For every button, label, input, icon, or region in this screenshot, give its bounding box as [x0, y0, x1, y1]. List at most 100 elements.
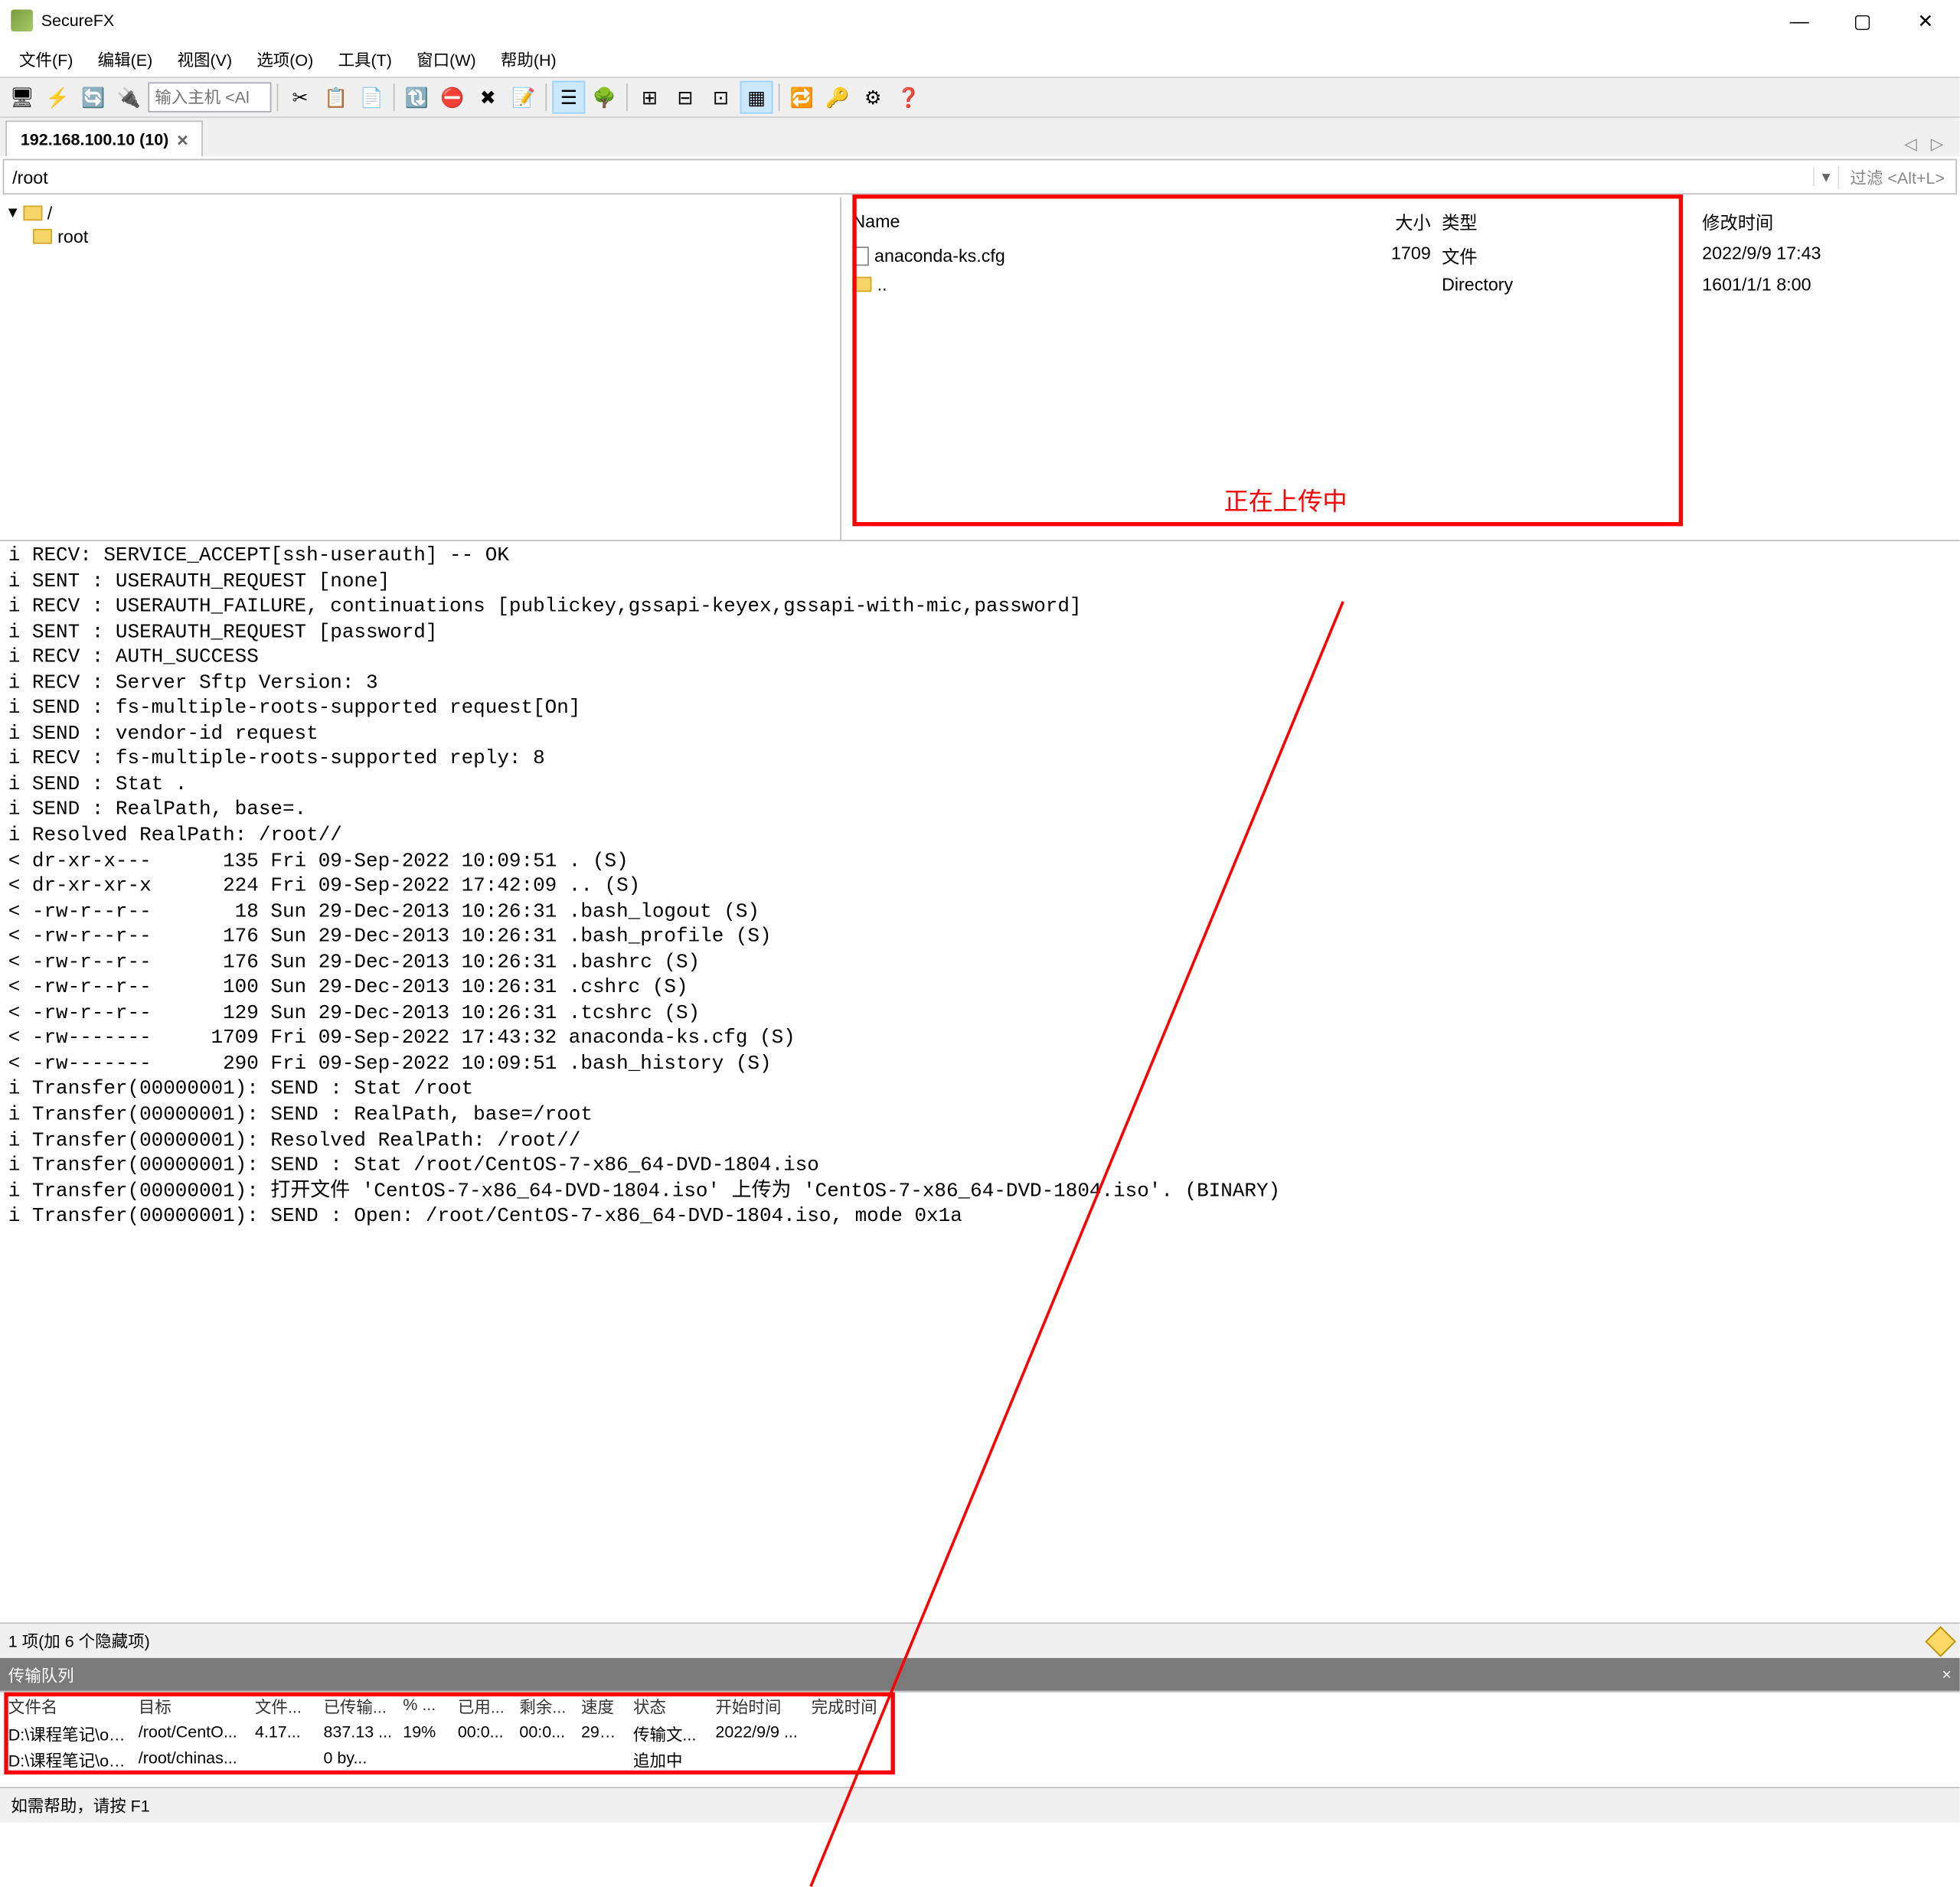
- q-filename: D:\课程笔记\op...: [8, 1748, 139, 1771]
- layout3-icon[interactable]: ⊡: [704, 81, 737, 114]
- connect-icon[interactable]: 🖥: [5, 81, 38, 114]
- path-bar[interactable]: /root ▾ 过滤 <Alt+L>: [3, 159, 1958, 195]
- status-bar: 如需帮助，请按 F1: [0, 1787, 1960, 1823]
- transfer-queue-title-bar[interactable]: 传输队列 ×: [0, 1658, 1960, 1691]
- q-percent: [403, 1748, 458, 1771]
- file-size: [1332, 274, 1442, 295]
- qcol-size[interactable]: 文件...: [255, 1695, 324, 1718]
- qcol-target[interactable]: 目标: [139, 1695, 255, 1718]
- q-filename: D:\课程笔记\op...: [8, 1722, 139, 1745]
- file-name: ..: [877, 274, 887, 295]
- tree-item-folder[interactable]: root: [3, 225, 838, 248]
- file-list-header[interactable]: Name 大小 类型 修改时间: [852, 203, 1949, 240]
- transfer-queue[interactable]: 文件名 目标 文件... 已传输... % ... 已用... 剩余... 速度…: [0, 1691, 1960, 1787]
- menu-help[interactable]: 帮助(H): [490, 43, 567, 74]
- qcol-percent[interactable]: % ...: [403, 1695, 458, 1718]
- menu-tools[interactable]: 工具(T): [327, 43, 403, 74]
- queue-row[interactable]: D:\课程笔记\op... /root/CentO... 4.17... 837…: [0, 1721, 1960, 1747]
- disconnect-icon[interactable]: 🔌: [113, 81, 145, 114]
- app-icon: [11, 10, 33, 32]
- menu-file[interactable]: 文件(F): [8, 43, 84, 74]
- queue-header[interactable]: 文件名 目标 文件... 已传输... % ... 已用... 剩余... 速度…: [0, 1693, 1960, 1722]
- properties-icon[interactable]: 📝: [507, 81, 540, 114]
- file-name: anaconda-ks.cfg: [874, 245, 1005, 266]
- current-path: /root: [4, 166, 1813, 187]
- key-icon[interactable]: 🔑: [821, 81, 854, 114]
- cut-icon[interactable]: ✂: [284, 81, 317, 114]
- folder-icon: [23, 205, 42, 220]
- reconnect-icon[interactable]: 🔄: [77, 81, 109, 114]
- queue-close-icon[interactable]: ×: [1942, 1665, 1952, 1684]
- session-tab[interactable]: 192.168.100.10 (10) ×: [5, 121, 203, 157]
- view-details-icon[interactable]: ☰: [552, 81, 585, 114]
- queue-row[interactable]: D:\课程笔记\op... /root/chinas... 0 by... 追加…: [0, 1747, 1960, 1773]
- file-row[interactable]: .. Directory 1601/1/1 8:00: [852, 271, 1949, 297]
- menu-options[interactable]: 选项(O): [246, 43, 325, 74]
- q-speed: 2988...: [581, 1722, 633, 1745]
- stop-icon[interactable]: ⛔: [436, 81, 469, 114]
- status-item-count: 1 项(加 6 个隐藏项): [0, 1622, 1960, 1658]
- view-tree-icon[interactable]: 🌳: [588, 81, 621, 114]
- qcol-speed[interactable]: 速度: [581, 1695, 633, 1718]
- tree-item-root[interactable]: ▾ /: [3, 200, 838, 224]
- filter-hint[interactable]: 过滤 <Alt+L>: [1838, 165, 1955, 188]
- qcol-remaining[interactable]: 剩余...: [519, 1695, 581, 1718]
- q-start: 2022/9/9 ...: [715, 1722, 811, 1745]
- folder-tree[interactable]: ▾ / root: [0, 198, 841, 540]
- file-row[interactable]: anaconda-ks.cfg 1709 文件 2022/9/9 17:43: [852, 240, 1949, 271]
- q-elapsed: [458, 1748, 520, 1771]
- options-icon[interactable]: ⚙: [857, 81, 890, 114]
- copy-icon[interactable]: 📋: [319, 81, 352, 114]
- tree-label: /: [47, 202, 52, 223]
- menu-bar: 文件(F) 编辑(E) 视图(V) 选项(O) 工具(T) 窗口(W) 帮助(H…: [0, 41, 1960, 77]
- q-size: [255, 1748, 324, 1771]
- qcol-status[interactable]: 状态: [633, 1695, 715, 1718]
- q-transferred: 837.13 ...: [323, 1722, 403, 1745]
- paste-icon[interactable]: 📄: [355, 81, 388, 114]
- menu-view[interactable]: 视图(V): [166, 43, 243, 74]
- expand-icon[interactable]: ▾: [8, 201, 18, 224]
- tab-label: 192.168.100.10 (10): [21, 129, 168, 149]
- col-name[interactable]: Name: [852, 208, 1332, 234]
- tab-close-icon[interactable]: ×: [177, 128, 188, 150]
- layout4-icon[interactable]: ▦: [740, 81, 773, 114]
- col-size[interactable]: 大小: [1332, 208, 1442, 234]
- host-input[interactable]: [148, 82, 271, 112]
- folder-icon: [33, 229, 52, 244]
- layout1-icon[interactable]: ⊞: [633, 81, 666, 114]
- q-remaining: 00:0...: [519, 1722, 581, 1745]
- help-icon[interactable]: ❓: [892, 81, 925, 114]
- path-dropdown-icon[interactable]: ▾: [1813, 167, 1838, 186]
- file-type: Directory: [1442, 274, 1702, 295]
- col-type[interactable]: 类型: [1442, 208, 1702, 234]
- menu-edit[interactable]: 编辑(E): [87, 43, 163, 74]
- quick-connect-icon[interactable]: ⚡: [41, 81, 74, 114]
- log-pane[interactable]: i RECV: SERVICE_ACCEPT[ssh-userauth] -- …: [0, 540, 1960, 1622]
- delete-icon[interactable]: ✖: [472, 81, 505, 114]
- sync-icon[interactable]: 🔁: [786, 81, 818, 114]
- col-date[interactable]: 修改时间: [1702, 208, 1949, 234]
- file-list[interactable]: Name 大小 类型 修改时间 anaconda-ks.cfg 1709 文件 …: [841, 198, 1960, 540]
- tab-navigation: ◁ ▷: [1899, 132, 1954, 156]
- folder-icon: [852, 277, 871, 292]
- q-elapsed: 00:0...: [458, 1722, 520, 1745]
- q-target: /root/chinas...: [139, 1748, 255, 1771]
- qcol-filename[interactable]: 文件名: [8, 1695, 139, 1718]
- qcol-start[interactable]: 开始时间: [715, 1695, 811, 1718]
- file-icon: [852, 246, 868, 265]
- qcol-elapsed[interactable]: 已用...: [458, 1695, 520, 1718]
- menu-window[interactable]: 窗口(W): [406, 43, 487, 74]
- close-button[interactable]: ✕: [1894, 0, 1957, 41]
- qcol-transferred[interactable]: 已传输...: [323, 1695, 403, 1718]
- minimize-button[interactable]: —: [1768, 0, 1831, 41]
- tab-next-icon[interactable]: ▷: [1926, 132, 1949, 156]
- q-remaining: [519, 1748, 581, 1771]
- refresh-icon[interactable]: 🔃: [400, 81, 433, 114]
- q-status: 传输文...: [633, 1722, 715, 1745]
- maximize-button[interactable]: ▢: [1831, 0, 1893, 41]
- tab-prev-icon[interactable]: ◁: [1899, 132, 1922, 156]
- file-date: 2022/9/9 17:43: [1702, 243, 1949, 269]
- layout2-icon[interactable]: ⊟: [669, 81, 702, 114]
- warning-icon[interactable]: [1925, 1625, 1956, 1657]
- main-content: ▾ / root Name 大小 类型 修改时间 anaconda-ks.cfg…: [0, 198, 1960, 540]
